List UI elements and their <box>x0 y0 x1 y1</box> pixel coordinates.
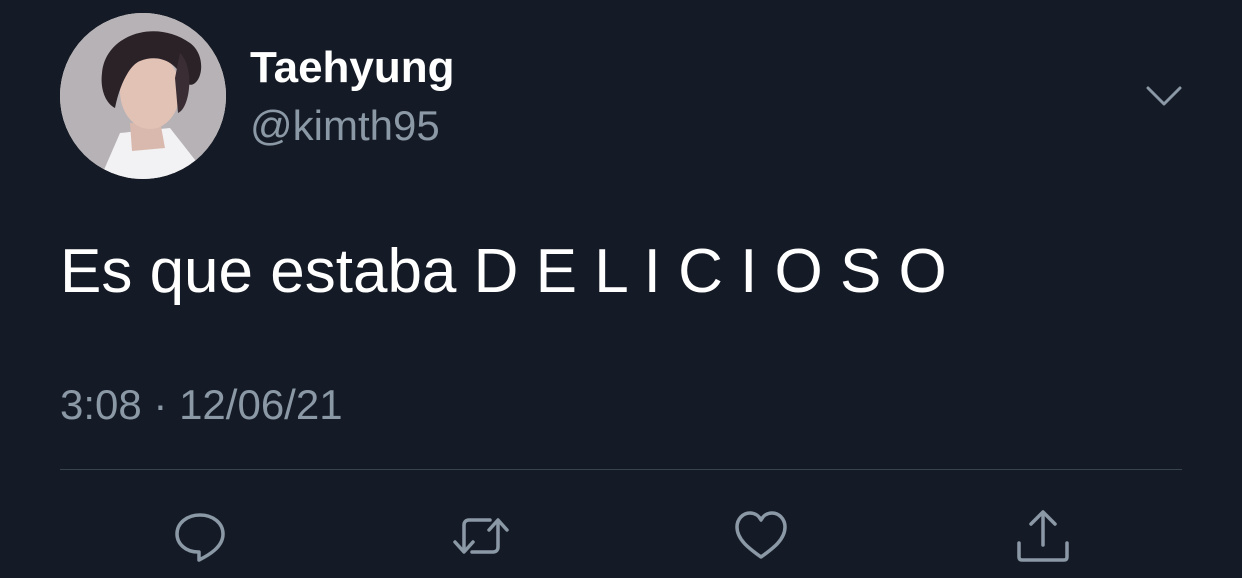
retweet-icon <box>453 518 509 554</box>
share-button[interactable] <box>1013 506 1073 566</box>
share-icon <box>1017 510 1069 562</box>
avatar[interactable] <box>60 13 226 179</box>
reply-icon <box>175 513 225 562</box>
tweet-text: Es que estaba D E L I C I O S O <box>60 237 947 306</box>
display-name[interactable]: Taehyung <box>250 42 455 94</box>
reply-button[interactable] <box>170 506 230 566</box>
heart-icon <box>735 511 787 559</box>
avatar-image <box>60 13 226 179</box>
tweet-card: Taehyung @kimth95 Es que estaba D E L I … <box>0 0 1242 578</box>
like-button[interactable] <box>731 506 791 566</box>
tweet-timestamp[interactable]: 3:08 · 12/06/21 <box>60 380 343 430</box>
user-handle[interactable]: @kimth95 <box>250 101 440 151</box>
retweet-button[interactable] <box>451 506 511 566</box>
divider <box>60 469 1182 470</box>
chevron-down-icon[interactable] <box>1146 84 1182 108</box>
